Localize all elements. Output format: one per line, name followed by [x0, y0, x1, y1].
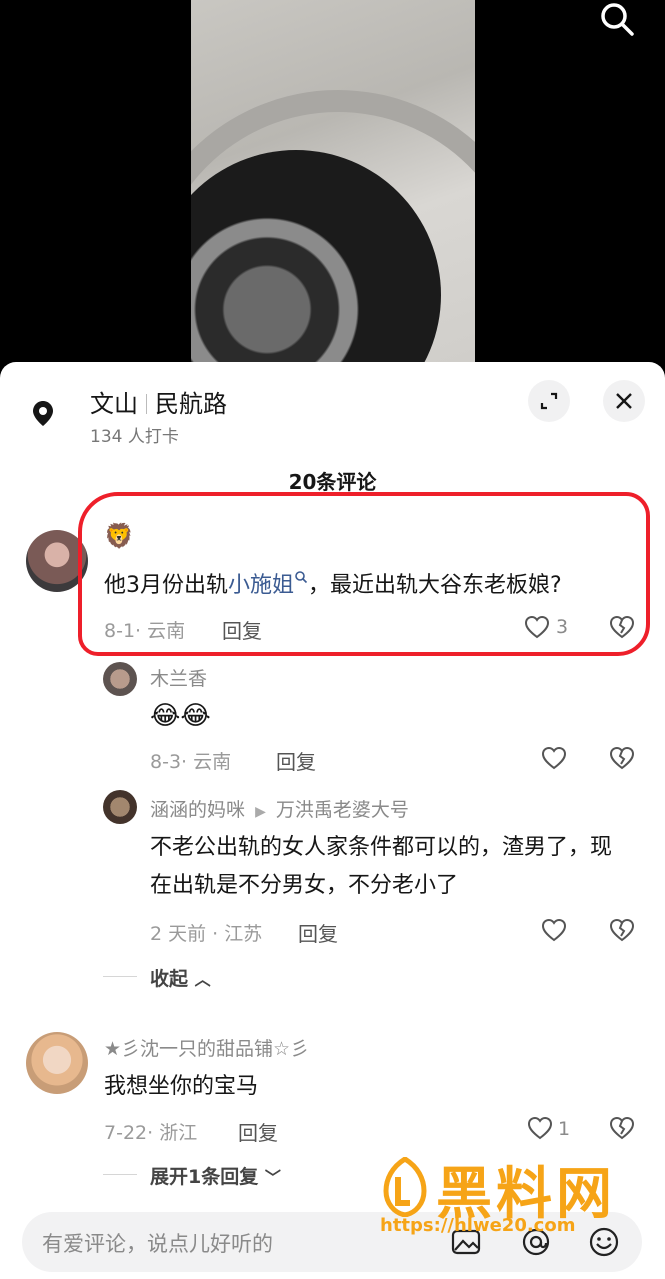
- comment-meta: 7-22· 浙江: [104, 1122, 198, 1144]
- comment-input-placeholder: 有爱评论，说点儿好听的: [42, 1232, 273, 1256]
- watermark: 黑料网 https://hlwe20.com: [380, 1157, 650, 1247]
- watermark-logo-icon: [383, 1157, 427, 1217]
- collapse-button[interactable]: 收起 ︿: [150, 964, 211, 991]
- expand-icon: [540, 392, 558, 410]
- expand-replies-button[interactable]: 展开1条回复 ﹀: [150, 1162, 281, 1189]
- search-icon[interactable]: [598, 0, 638, 40]
- expand-replies-label: 展开1条回复: [150, 1166, 259, 1188]
- highlight-box: [78, 492, 650, 656]
- reply-avatar[interactable]: [103, 790, 137, 824]
- comment-count-title: 20条评论: [288, 470, 377, 494]
- video-area[interactable]: [0, 0, 665, 380]
- comment-text: 我想坐你的宝马: [104, 1074, 259, 1099]
- location-title[interactable]: 文山 民航路: [90, 384, 227, 419]
- chevron-up-icon: ︿: [194, 970, 211, 989]
- comment-author[interactable]: ★彡沈一只的甜品铺☆彡: [104, 1034, 309, 1061]
- reply-meta: 8-3· 云南: [150, 751, 232, 773]
- heart-icon[interactable]: [540, 916, 568, 944]
- location-pin-icon: [33, 401, 53, 426]
- reply-author-line[interactable]: 涵涵的妈咪 ▶ 万洪禹老婆大号: [150, 795, 409, 822]
- comment-sheet: 文山 民航路 134 人打卡 20条评论 🦁 他3月份出轨小施姐 ，最近出轨大谷东老…: [0, 362, 665, 1279]
- location-place: 民航路: [155, 390, 227, 418]
- like-count: 1: [558, 1118, 571, 1140]
- close-button[interactable]: [603, 380, 645, 422]
- reply-author[interactable]: 木兰香: [150, 664, 207, 691]
- divider: [103, 1174, 137, 1175]
- reply-button[interactable]: 回复: [276, 746, 316, 775]
- checkin-count: 134 人打卡: [90, 427, 179, 447]
- reply-button[interactable]: 回复: [298, 918, 338, 947]
- broken-heart-icon[interactable]: [608, 1114, 636, 1142]
- location-city: 文山: [90, 390, 138, 418]
- reply-text: 😂😂: [150, 701, 211, 731]
- collapse-label: 收起: [150, 968, 189, 990]
- divider: [103, 976, 137, 977]
- broken-heart-icon[interactable]: [608, 744, 636, 772]
- avatar[interactable]: [26, 1032, 88, 1094]
- watermark-url: https://hlwe20.com: [380, 1215, 576, 1236]
- location-separator: [146, 394, 147, 414]
- close-icon: [616, 393, 632, 409]
- broken-heart-icon[interactable]: [608, 916, 636, 944]
- heart-icon[interactable]: [540, 744, 568, 772]
- heart-icon[interactable]: [526, 1114, 554, 1142]
- reply-arrow-icon: ▶: [255, 804, 266, 820]
- reply-text: 不老公出轨的女人家条件都可以的，渣男了，现在出轨是不分男女，不分老小了: [150, 835, 613, 898]
- reply-avatar[interactable]: [103, 662, 137, 696]
- chevron-down-icon: ﹀: [264, 1168, 281, 1187]
- reply-author: 涵涵的妈咪: [150, 799, 246, 821]
- video-frame[interactable]: [191, 0, 475, 380]
- expand-button[interactable]: [528, 380, 570, 422]
- reply-meta: 2 天前 · 江苏: [150, 923, 263, 945]
- reply-target: 万洪禹老婆大号: [275, 799, 409, 821]
- reply-button[interactable]: 回复: [238, 1117, 278, 1146]
